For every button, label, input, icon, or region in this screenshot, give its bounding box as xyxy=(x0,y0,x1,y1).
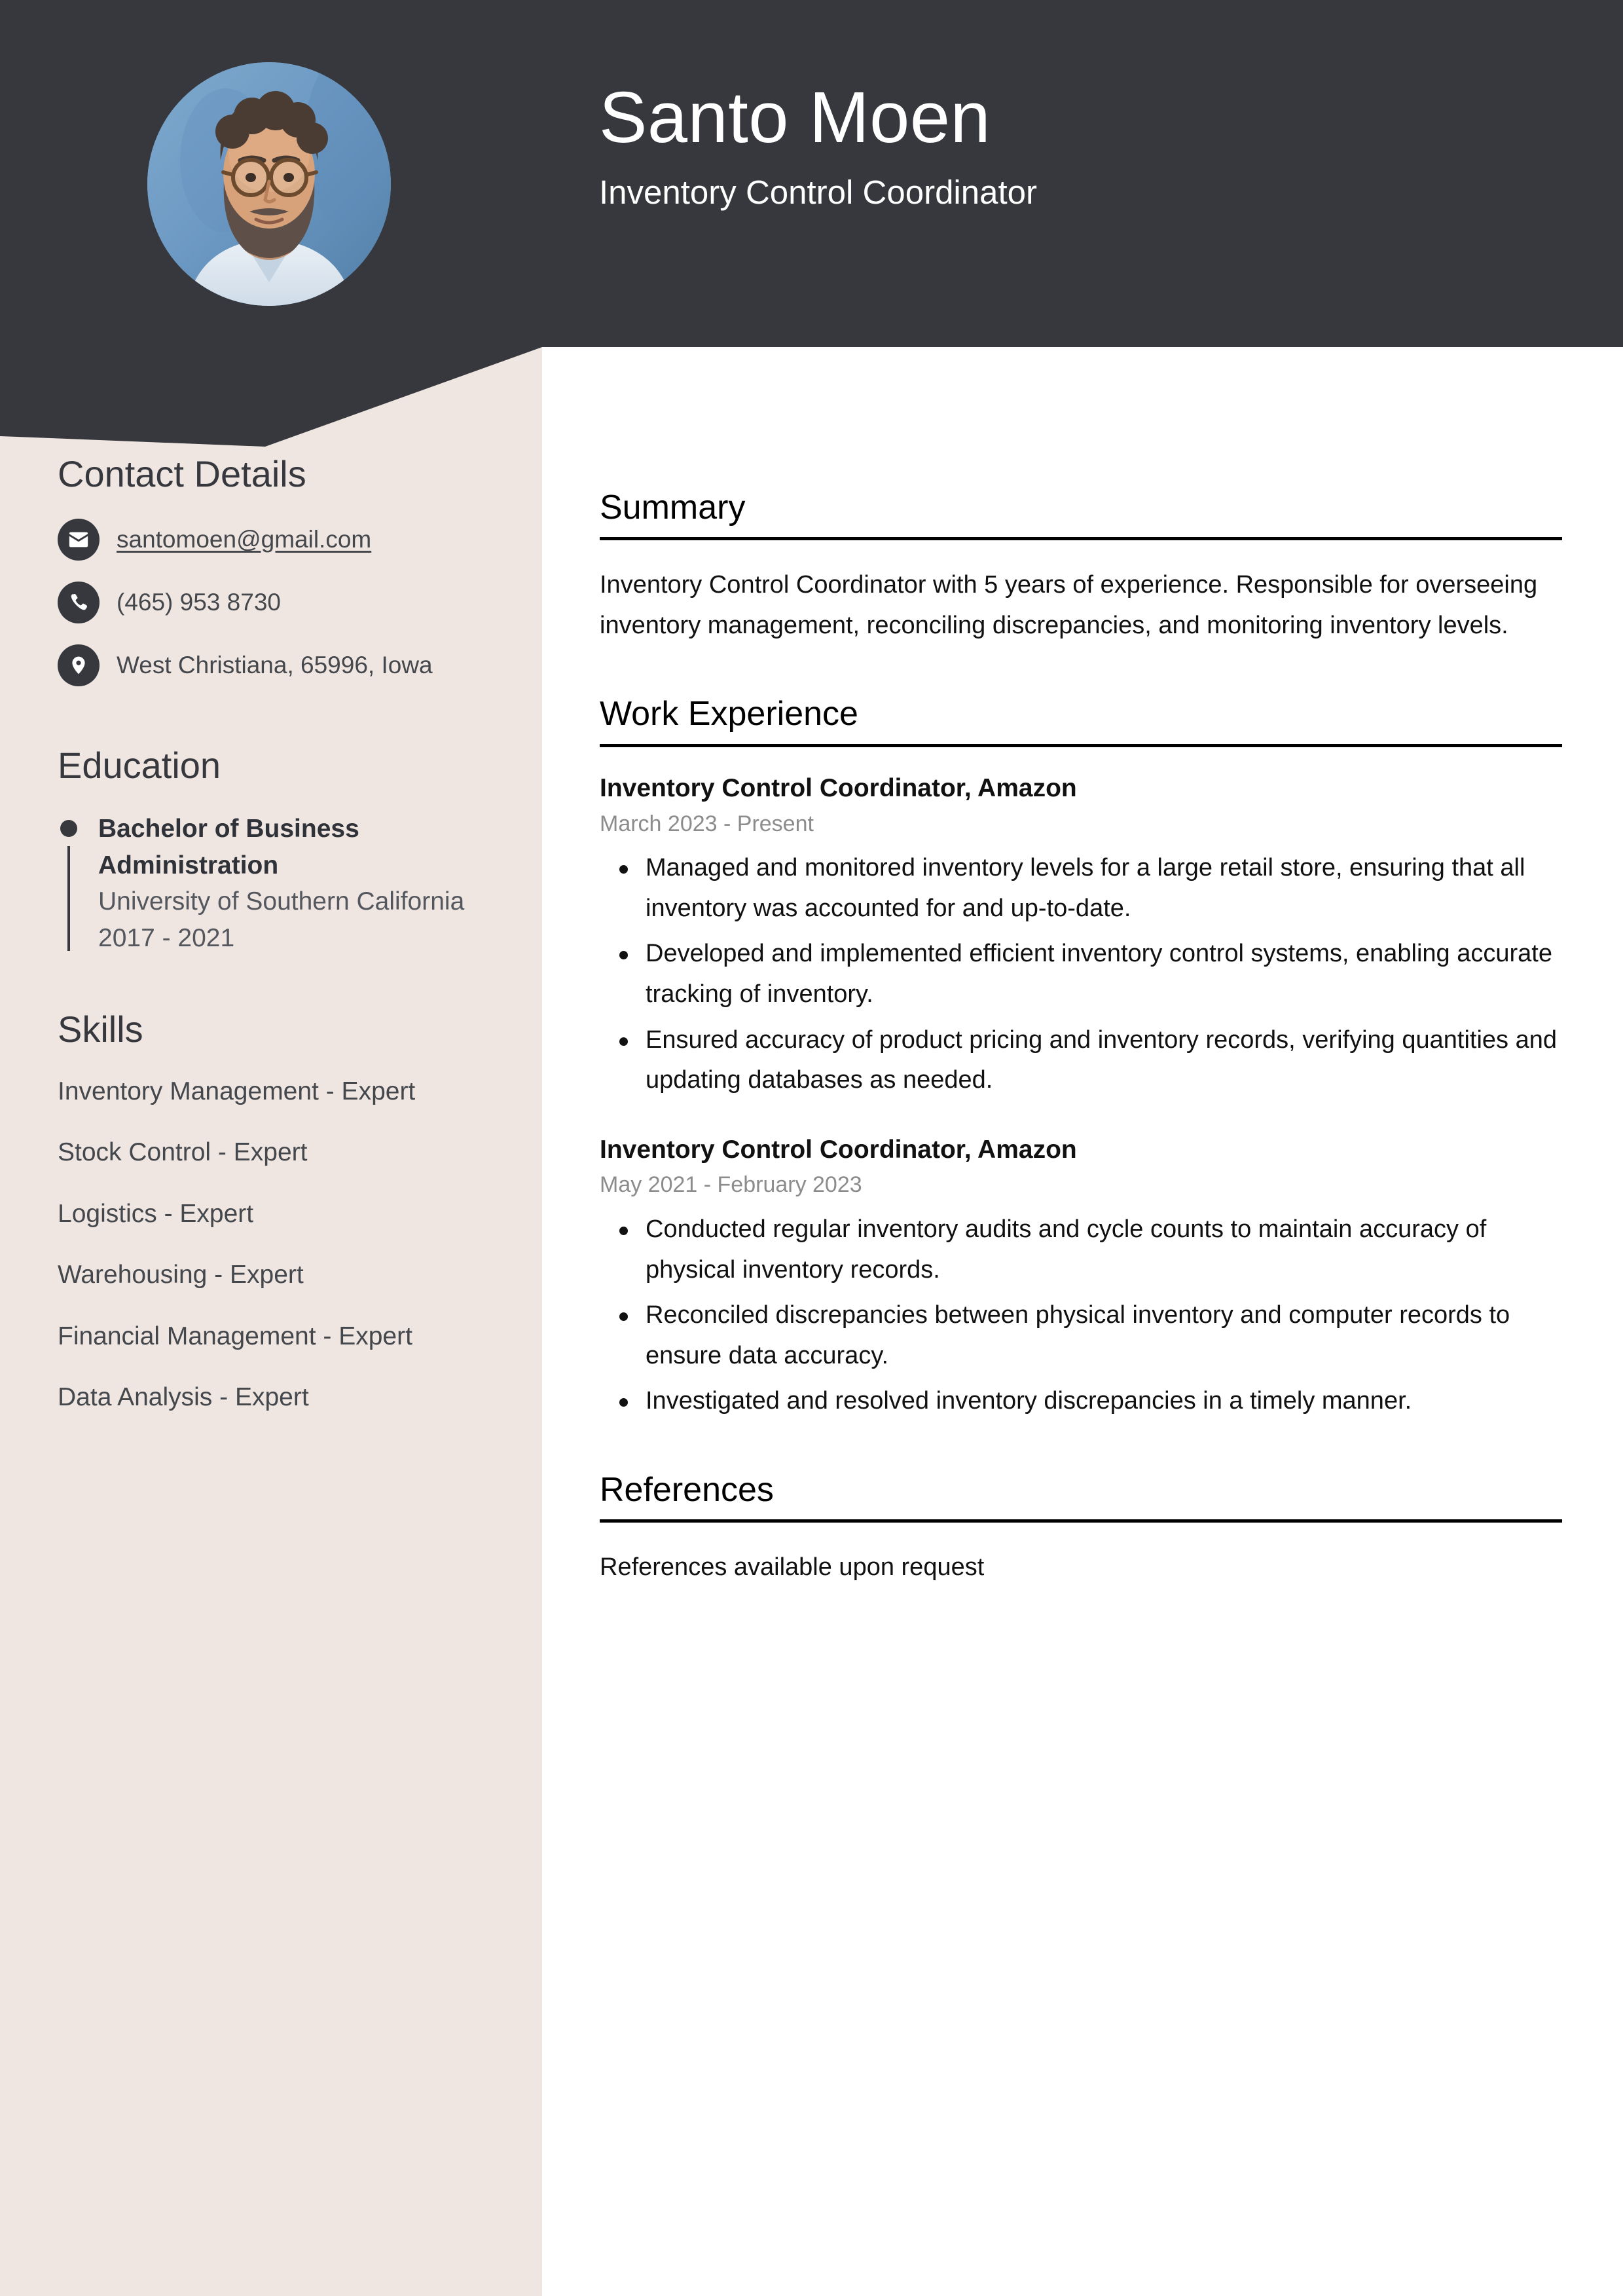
envelope-icon xyxy=(58,519,100,561)
contact-row-email[interactable]: santomoen@gmail.com xyxy=(58,518,503,561)
education-dates: 2017 - 2021 xyxy=(98,923,235,952)
job-entry: Inventory Control Coordinator, Amazon Ma… xyxy=(600,772,1562,1101)
job-bullet: Reconciled discrepancies between physica… xyxy=(600,1295,1562,1376)
summary-heading: Summary xyxy=(600,488,1562,541)
person-name: Santo Moen xyxy=(599,77,991,158)
job-bullet: Managed and monitored inventory levels f… xyxy=(600,848,1562,929)
skill-item: Financial Management - Expert xyxy=(58,1322,412,1350)
education-heading: Education xyxy=(58,745,221,787)
skills-section: Skills Inventory Management - Expert Sto… xyxy=(58,1007,503,1415)
education-item: Bachelor of Business Administration Univ… xyxy=(58,809,503,956)
sidebar: Contact Details santomoen@gmail.com (465… xyxy=(0,452,542,1440)
skill-item: Warehousing - Expert xyxy=(58,1261,304,1289)
job-title: Inventory Control Coordinator, Amazon xyxy=(600,1135,1077,1164)
education-section: Education Bachelor of Business Administr… xyxy=(58,743,503,956)
person-job-title: Inventory Control Coordinator xyxy=(599,174,1038,212)
avatar xyxy=(147,62,391,306)
job-bullet: Ensured accuracy of product pricing and … xyxy=(600,1020,1562,1101)
job-title: Inventory Control Coordinator, Amazon xyxy=(600,773,1077,802)
location-pin-icon xyxy=(58,644,100,687)
header-text-block: Santo Moen Inventory Control Coordinator xyxy=(599,77,1548,212)
job-dates: May 2021 - February 2023 xyxy=(600,1172,862,1198)
address-value: West Christiana, 65996, Iowa xyxy=(117,652,433,679)
resume-page: Santo Moen Inventory Control Coordinator… xyxy=(0,0,1623,2296)
timeline-line xyxy=(67,846,70,951)
phone-value[interactable]: (465) 953 8730 xyxy=(117,587,281,618)
main-content: Summary Inventory Control Coordinator wi… xyxy=(600,488,1562,1636)
education-degree: Bachelor of Business Administration xyxy=(98,815,359,880)
job-bullet: Investigated and resolved inventory disc… xyxy=(600,1381,1562,1422)
skill-item: Stock Control - Expert xyxy=(58,1138,308,1167)
contact-row-phone[interactable]: (465) 953 8730 xyxy=(58,581,503,624)
skill-item: Data Analysis - Expert xyxy=(58,1382,309,1411)
contact-details-heading: Contact Details xyxy=(58,453,306,494)
work-experience-heading: Work Experience xyxy=(600,694,1562,747)
contact-details-section: Contact Details santomoen@gmail.com (465… xyxy=(58,452,503,687)
skills-heading: Skills xyxy=(58,1008,143,1050)
references-heading: References xyxy=(600,1470,1562,1523)
phone-icon xyxy=(58,582,100,624)
summary-text: Inventory Control Coordinator with 5 yea… xyxy=(600,571,1538,639)
references-text: References available upon request xyxy=(600,1553,985,1582)
job-entry: Inventory Control Coordinator, Amazon Ma… xyxy=(600,1134,1562,1422)
work-experience-section: Work Experience Inventory Control Coordi… xyxy=(600,694,1562,1422)
job-bullet: Conducted regular inventory audits and c… xyxy=(600,1210,1562,1290)
summary-section: Summary Inventory Control Coordinator wi… xyxy=(600,488,1562,646)
contact-row-address[interactable]: West Christiana, 65996, Iowa xyxy=(58,644,503,687)
education-school: University of Southern California xyxy=(98,887,465,916)
skill-item: Logistics - Expert xyxy=(58,1199,254,1228)
job-bullet-list: Managed and monitored inventory levels f… xyxy=(600,848,1562,1100)
references-section: References References available upon req… xyxy=(600,1470,1562,1587)
email-value[interactable]: santomoen@gmail.com xyxy=(117,525,371,555)
job-bullet-list: Conducted regular inventory audits and c… xyxy=(600,1210,1562,1422)
job-bullet: Developed and implemented efficient inve… xyxy=(600,934,1562,1014)
job-dates: March 2023 - Present xyxy=(600,811,814,836)
timeline-dot-icon xyxy=(60,820,77,838)
skill-item: Inventory Management - Expert xyxy=(58,1077,416,1106)
